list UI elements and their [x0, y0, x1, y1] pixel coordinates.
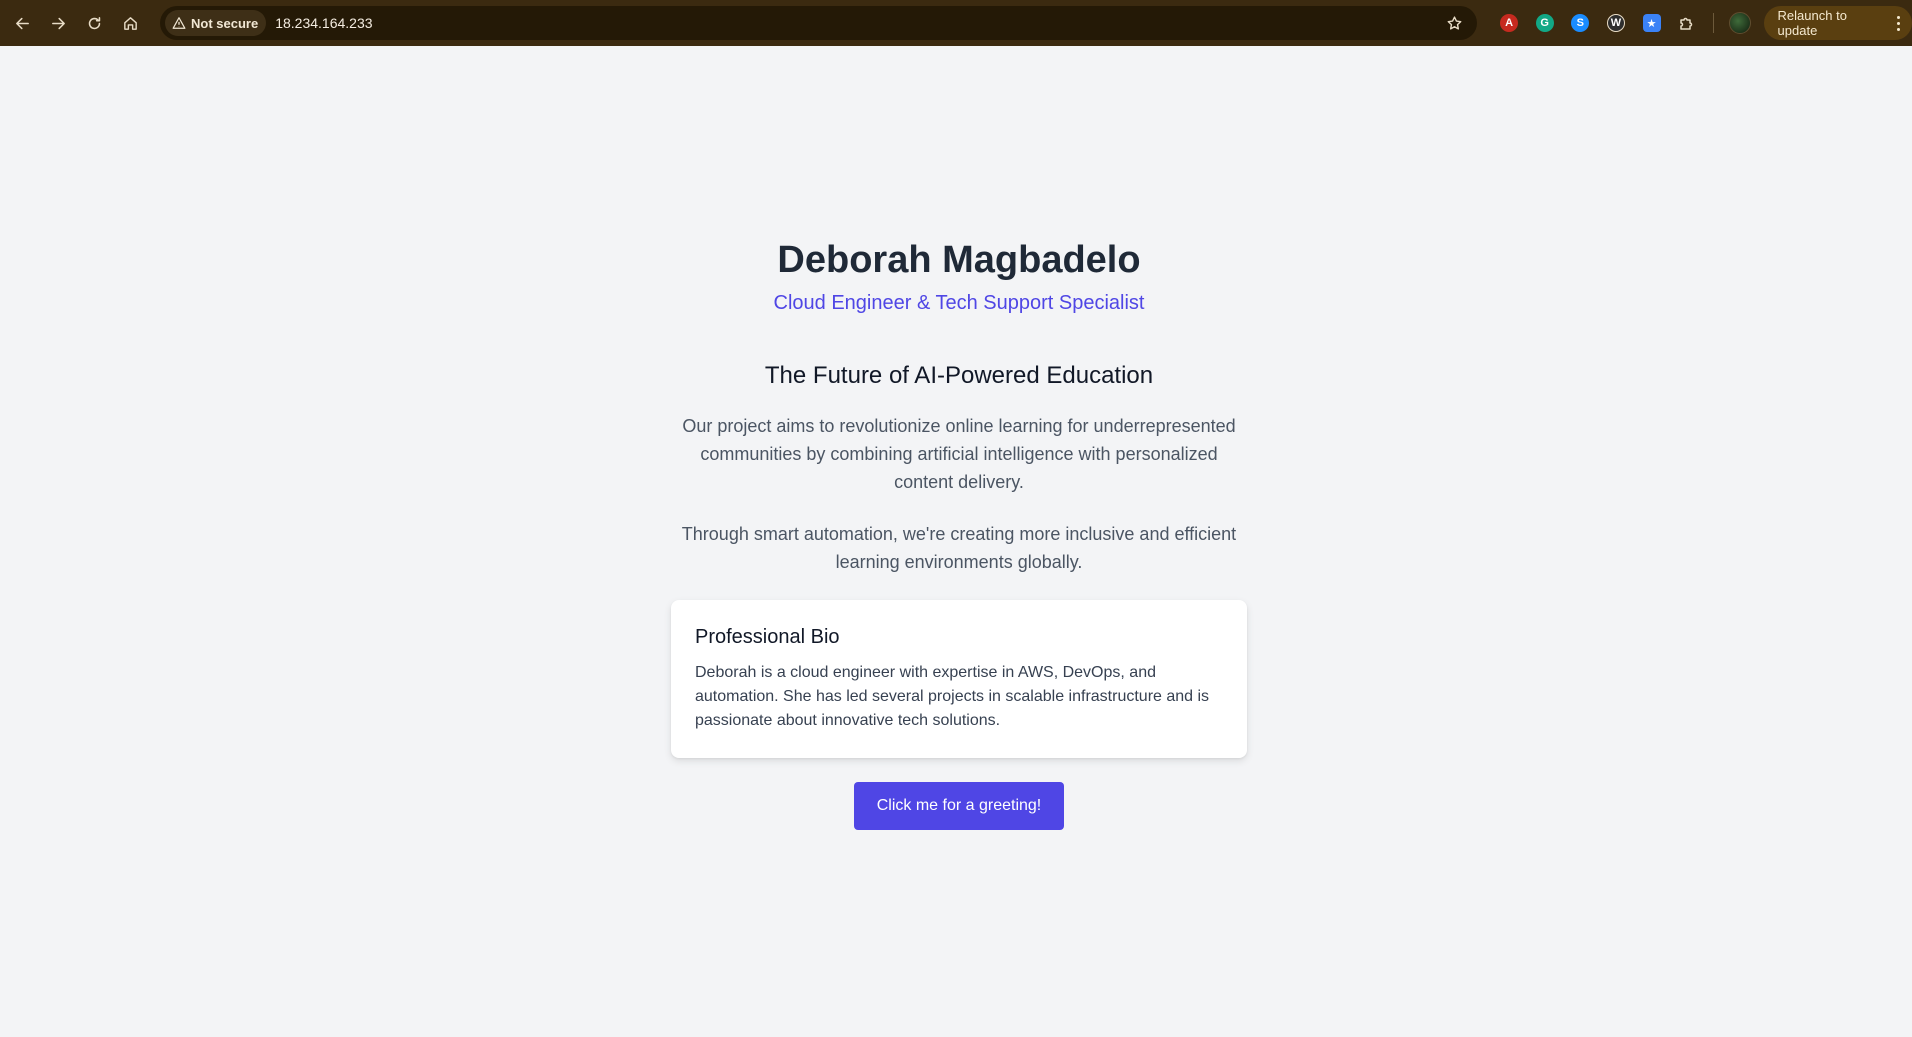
extension-pdf-button[interactable]: A: [1491, 5, 1527, 41]
greeting-button[interactable]: Click me for a greeting!: [853, 782, 1065, 830]
home-icon: [123, 16, 137, 30]
navigation-buttons: [4, 5, 148, 41]
security-label: Not secure: [191, 15, 259, 31]
page-title: Deborah Magbadelo: [777, 239, 1141, 281]
tab-manager-extension-icon: ★: [1642, 14, 1661, 32]
arrow-right-icon: [51, 17, 65, 29]
address-bar[interactable]: Not secure 18.234.164.233: [160, 6, 1478, 40]
extension-shazam-button[interactable]: S: [1563, 5, 1599, 41]
arrow-left-icon: [15, 17, 29, 29]
home-button[interactable]: [112, 5, 148, 41]
job-title: Cloud Engineer & Tech Support Specialist: [773, 292, 1145, 314]
extensions-area: A G S W ★ Relaunch to update: [1491, 5, 1912, 41]
page-viewport: Deborah Magbadelo Cloud Engineer & Tech …: [0, 46, 1912, 1037]
project-description: Our project aims to revolutionize online…: [682, 416, 1236, 492]
toolbar-divider: [1712, 13, 1714, 33]
bio-title: Professional Bio: [695, 626, 840, 648]
browser-toolbar: Not secure 18.234.164.233 A G S W ★ Rela…: [0, 0, 1912, 46]
url-text[interactable]: 18.234.164.233: [275, 15, 372, 31]
puzzle-icon: [1680, 17, 1693, 30]
wordtune-extension-icon: W: [1606, 14, 1625, 32]
extension-grammarly-button[interactable]: G: [1527, 5, 1563, 41]
warning-icon: [172, 17, 186, 29]
reload-button[interactable]: [76, 5, 112, 41]
star-icon: [1447, 15, 1462, 30]
grammarly-extension-icon: G: [1535, 14, 1554, 32]
reload-icon: [88, 16, 100, 29]
pdf-extension-icon: A: [1500, 14, 1519, 32]
extension-tab-manager-button[interactable]: ★: [1634, 5, 1670, 41]
bio-text: Deborah is a cloud engineer with experti…: [695, 664, 1210, 729]
more-vert-icon: [1896, 15, 1900, 31]
extensions-menu-button[interactable]: [1669, 5, 1705, 41]
main-content: Deborah Magbadelo Cloud Engineer & Tech …: [671, 236, 1247, 830]
extension-wordtune-button[interactable]: W: [1598, 5, 1634, 41]
bookmark-button[interactable]: [1441, 10, 1467, 36]
security-indicator[interactable]: Not secure: [165, 10, 267, 36]
avatar: [1728, 12, 1751, 34]
forward-button[interactable]: [40, 5, 76, 41]
project-mission: Through smart automation, we're creating…: [681, 524, 1237, 572]
shazam-extension-icon: S: [1571, 14, 1590, 32]
relaunch-button[interactable]: Relaunch to update: [1763, 6, 1912, 40]
relaunch-label: Relaunch to update: [1777, 8, 1847, 38]
bio-card: Professional Bio Deborah is a cloud engi…: [671, 600, 1247, 758]
project-headline: The Future of AI-Powered Education: [764, 362, 1154, 389]
back-button[interactable]: [4, 5, 40, 41]
profile-button[interactable]: [1722, 5, 1758, 41]
